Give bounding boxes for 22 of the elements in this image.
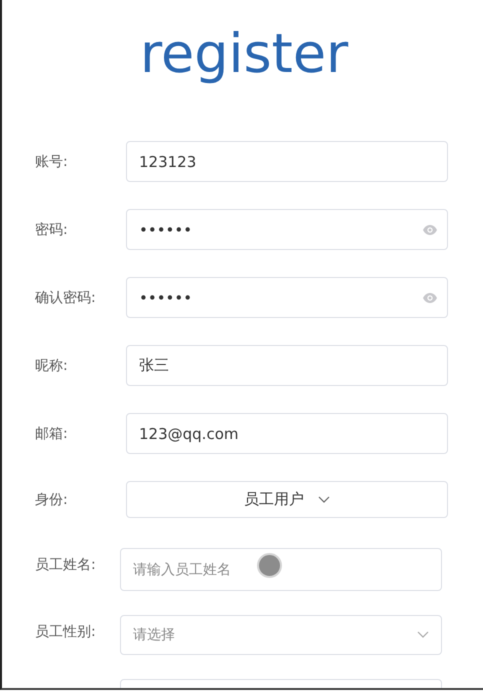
eye-icon[interactable] — [422, 292, 438, 304]
field-label: 员工姓名: — [35, 556, 97, 574]
cursor-icon — [257, 553, 282, 578]
field-label: 昵称: — [35, 356, 69, 374]
password-field[interactable]: •••••• — [126, 209, 448, 250]
input-field[interactable]: 123123 — [126, 141, 448, 182]
field-label: 确认密码: — [35, 288, 97, 306]
input-field[interactable]: 123@qq.com — [126, 413, 448, 454]
password-field[interactable]: •••••• — [126, 277, 448, 318]
field-label: 员工性别: — [35, 623, 97, 641]
page-title: register — [140, 24, 350, 84]
field-label: 密码: — [35, 220, 69, 238]
field-label: 邮箱: — [35, 424, 69, 442]
input-field[interactable]: 请输入员工姓名 — [120, 548, 442, 591]
field-label: 身份: — [35, 490, 69, 508]
input-field[interactable]: 张三 — [126, 345, 448, 386]
chevron-down-icon — [417, 631, 429, 639]
chevron-down-icon — [318, 496, 330, 504]
field-label: 账号: — [35, 152, 69, 170]
dropdown-button[interactable]: 员工用户 — [126, 481, 448, 518]
select-field[interactable]: 请选择 — [120, 615, 442, 655]
eye-icon[interactable] — [422, 224, 438, 236]
